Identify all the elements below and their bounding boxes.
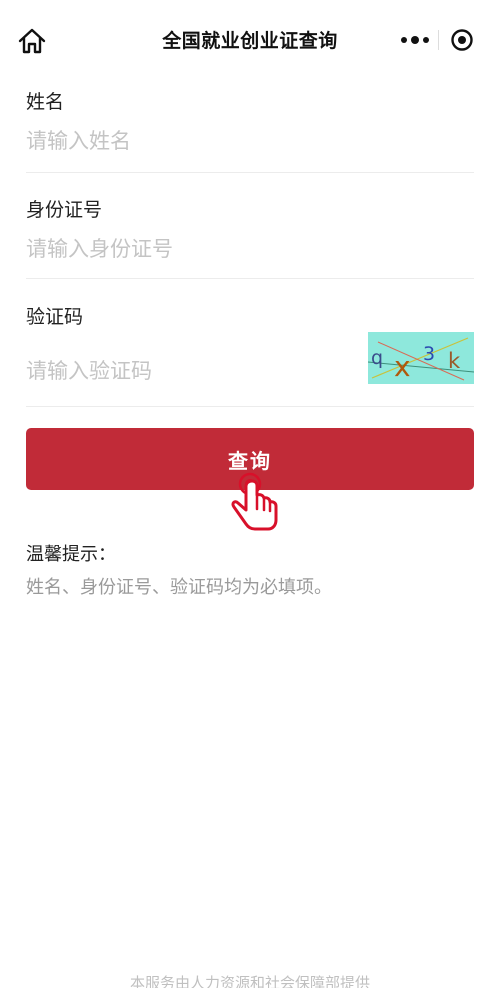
more-button[interactable] <box>392 22 438 58</box>
captcha-char: 3 <box>423 343 435 365</box>
id-number-input[interactable] <box>26 235 356 263</box>
home-button[interactable] <box>14 24 50 58</box>
divider <box>26 278 474 279</box>
divider <box>26 406 474 407</box>
captcha-input[interactable] <box>26 357 356 385</box>
name-field: 姓名 <box>26 90 474 155</box>
id-number-field: 身份证号 <box>26 198 474 263</box>
close-button[interactable] <box>439 22 485 58</box>
target-icon <box>451 29 473 51</box>
divider <box>26 172 474 173</box>
name-label: 姓名 <box>26 91 65 113</box>
more-icon <box>399 36 431 44</box>
tap-hand-icon <box>231 472 278 531</box>
nav-bar: 全国就业创业证查询 <box>0 0 500 80</box>
captcha-image[interactable]: q x 3 k <box>368 332 474 384</box>
mini-program-capsule <box>392 22 486 58</box>
home-icon <box>18 28 46 54</box>
page-title: 全国就业创业证查询 <box>162 30 338 52</box>
captcha-char: x <box>394 350 411 383</box>
captcha-char: k <box>448 349 461 373</box>
captcha-label: 验证码 <box>26 306 84 328</box>
id-number-label: 身份证号 <box>26 199 103 221</box>
captcha-char: q <box>371 347 383 369</box>
tips-text: 姓名、身份证号、验证码均为必填项。 <box>26 577 332 598</box>
tips-title: 温馨提示： <box>26 544 116 565</box>
footer-text: 本服务由人力资源和社会保障部提供 <box>129 974 370 988</box>
page: 全国就业创业证查询 姓名 身份证号 验证码 <box>0 0 500 988</box>
name-input[interactable] <box>26 127 356 155</box>
